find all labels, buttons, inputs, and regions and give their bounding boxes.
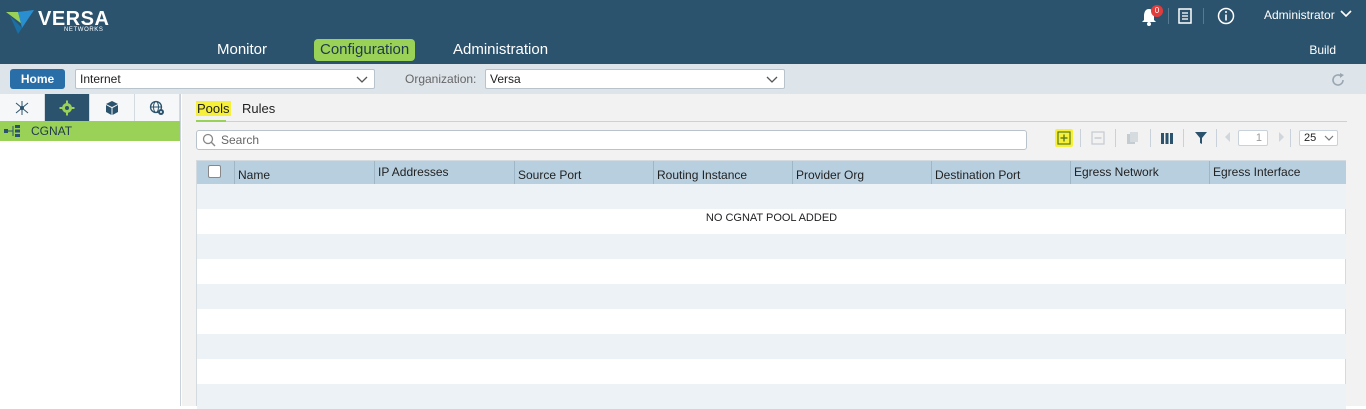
tab-configuration[interactable] [45,94,90,121]
delete-button[interactable] [1089,129,1107,147]
tree-node-icon [4,125,20,137]
tab-network[interactable] [0,94,45,121]
table-row [197,184,1346,209]
column-header-label: Destination Port [935,168,1021,182]
filter-button[interactable] [1192,129,1210,147]
tasks-icon[interactable] [1176,7,1194,25]
organization-select-value: Versa [490,72,521,86]
remove-icon [1091,131,1105,145]
column-header-source-port[interactable]: Source Port [514,161,653,184]
tab-divider [226,121,1347,122]
column-header-label: IP Addresses [378,165,449,179]
chevron-right-icon[interactable] [1276,131,1286,143]
tab-services[interactable] [135,94,180,121]
chevron-down-icon [766,76,778,83]
tab-pools[interactable]: Pools [196,101,231,116]
column-header-label: Name [238,168,271,182]
select-all-checkbox[interactable] [208,165,221,178]
nav-administration[interactable]: Administration [453,39,548,61]
column-header-label: Provider Org [796,168,865,182]
table-row [197,334,1346,359]
organization-label: Organization: [405,72,477,86]
table-row [197,309,1346,334]
chevron-down-icon [356,76,368,83]
column-header-label: Egress Interface [1213,165,1301,179]
columns-button[interactable] [1158,129,1176,147]
refresh-icon[interactable] [1329,71,1347,89]
page-size-value: 25 [1304,132,1317,144]
column-header-label: Source Port [518,168,582,182]
nav-monitor[interactable]: Monitor [217,39,267,61]
context-select-value: Internet [80,72,121,86]
page-size-select[interactable]: 25 [1299,130,1338,146]
column-header-egress-interface[interactable]: Egress Interface [1209,161,1346,184]
toolbar-divider [1290,129,1291,147]
column-header-label: Routing Instance [657,168,748,182]
chevron-down-icon[interactable] [1340,9,1352,19]
add-button[interactable] [1055,129,1073,147]
table-row [197,284,1346,309]
table-row [197,359,1346,384]
brand-subtitle: NETWORKS [64,27,104,33]
organization-select[interactable]: Versa [485,69,785,89]
copy-icon [1127,132,1138,144]
context-select[interactable]: Internet [75,69,375,89]
network-icon [15,100,29,115]
toolbar-divider [1183,129,1184,147]
empty-table-message: NO CGNAT POOL ADDED [705,212,838,224]
column-header-name[interactable]: Name [234,161,374,184]
tab-rules[interactable]: Rules [242,101,275,116]
search-icon [202,133,216,147]
add-icon [1057,131,1071,145]
table-row [197,234,1346,259]
nav-configuration[interactable]: Configuration [314,39,416,61]
column-header-egress-network[interactable]: Egress Network [1070,161,1209,184]
gear-icon [59,100,75,115]
column-header-provider-org[interactable]: Provider Org [792,161,931,184]
toolbar-divider [1150,129,1151,147]
clone-button[interactable] [1124,129,1142,147]
page-number-input[interactable]: 1 [1238,130,1268,146]
home-button[interactable]: Home [10,69,65,89]
filter-icon [1195,132,1207,144]
tree-item-cgnat[interactable]: CGNAT [0,121,180,141]
tree-item-label: CGNAT [31,124,73,138]
columns-icon [1161,133,1173,144]
header-divider [1168,8,1169,24]
header-divider [1203,8,1204,24]
build-menu[interactable]: Build [1309,43,1336,57]
globe-gear-icon [149,100,164,115]
info-icon[interactable] [1217,7,1235,25]
column-header-routing-instance[interactable]: Routing Instance [653,161,792,184]
table-row [197,384,1346,409]
toolbar-divider [1216,129,1217,147]
cube-icon [106,100,118,115]
toolbar-divider [1080,129,1081,147]
chevron-down-icon [1324,135,1334,141]
column-header-label: Egress Network [1074,165,1159,179]
column-header-ip-addresses[interactable]: IP Addresses [374,161,514,184]
table-row [197,259,1346,284]
search-input[interactable]: Search [196,130,1027,150]
toolbar-divider [1115,129,1116,147]
chevron-left-icon[interactable] [1223,131,1233,143]
active-tab-indicator [196,120,226,122]
user-menu[interactable]: Administrator [1264,8,1335,22]
column-header-destination-port[interactable]: Destination Port [931,161,1070,184]
notification-badge: 0 [1151,5,1163,17]
tab-objects[interactable] [90,94,135,121]
